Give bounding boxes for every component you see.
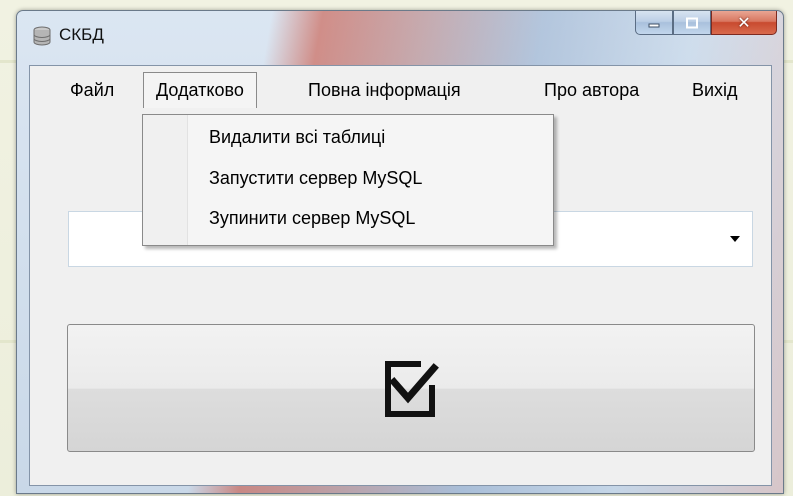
close-button[interactable]: ✕ [711, 11, 777, 35]
title-bar[interactable]: СКБД ✕ [17, 11, 783, 63]
client-area: Файл Додатково Повна інформація Про авто… [29, 65, 772, 486]
maximize-icon [686, 17, 698, 28]
menu-item-delete-all-tables[interactable]: Видалити всі таблиці [209, 127, 385, 148]
checkbox-checked-icon [385, 361, 439, 417]
database-icon [33, 26, 51, 46]
close-icon: ✕ [737, 13, 751, 32]
maximize-button[interactable] [673, 11, 711, 35]
additional-dropdown-menu: Видалити всі таблиці Запустити сервер My… [142, 114, 554, 246]
minimize-button[interactable] [635, 11, 673, 35]
menu-full-info[interactable]: Повна інформація [296, 72, 473, 108]
minimize-icon [648, 23, 660, 27]
menu-additional[interactable]: Додатково [143, 72, 257, 108]
confirm-button[interactable] [67, 324, 755, 452]
window-title: СКБД [59, 25, 104, 44]
menu-bar: Файл Додатково Повна інформація Про авто… [30, 66, 771, 108]
app-window: СКБД ✕ Файл Додатково Повна інформація П… [16, 10, 784, 494]
menu-item-start-mysql-server[interactable]: Запустити сервер MySQL [209, 168, 422, 189]
menu-file[interactable]: Файл [58, 72, 126, 108]
menu-exit[interactable]: Вихід [680, 72, 750, 108]
menu-gutter [143, 115, 188, 245]
caption-buttons: ✕ [635, 11, 777, 37]
dropdown-arrow-icon[interactable] [730, 236, 740, 242]
menu-item-stop-mysql-server[interactable]: Зупинити сервер MySQL [209, 208, 415, 229]
menu-about-author[interactable]: Про автора [532, 72, 651, 108]
